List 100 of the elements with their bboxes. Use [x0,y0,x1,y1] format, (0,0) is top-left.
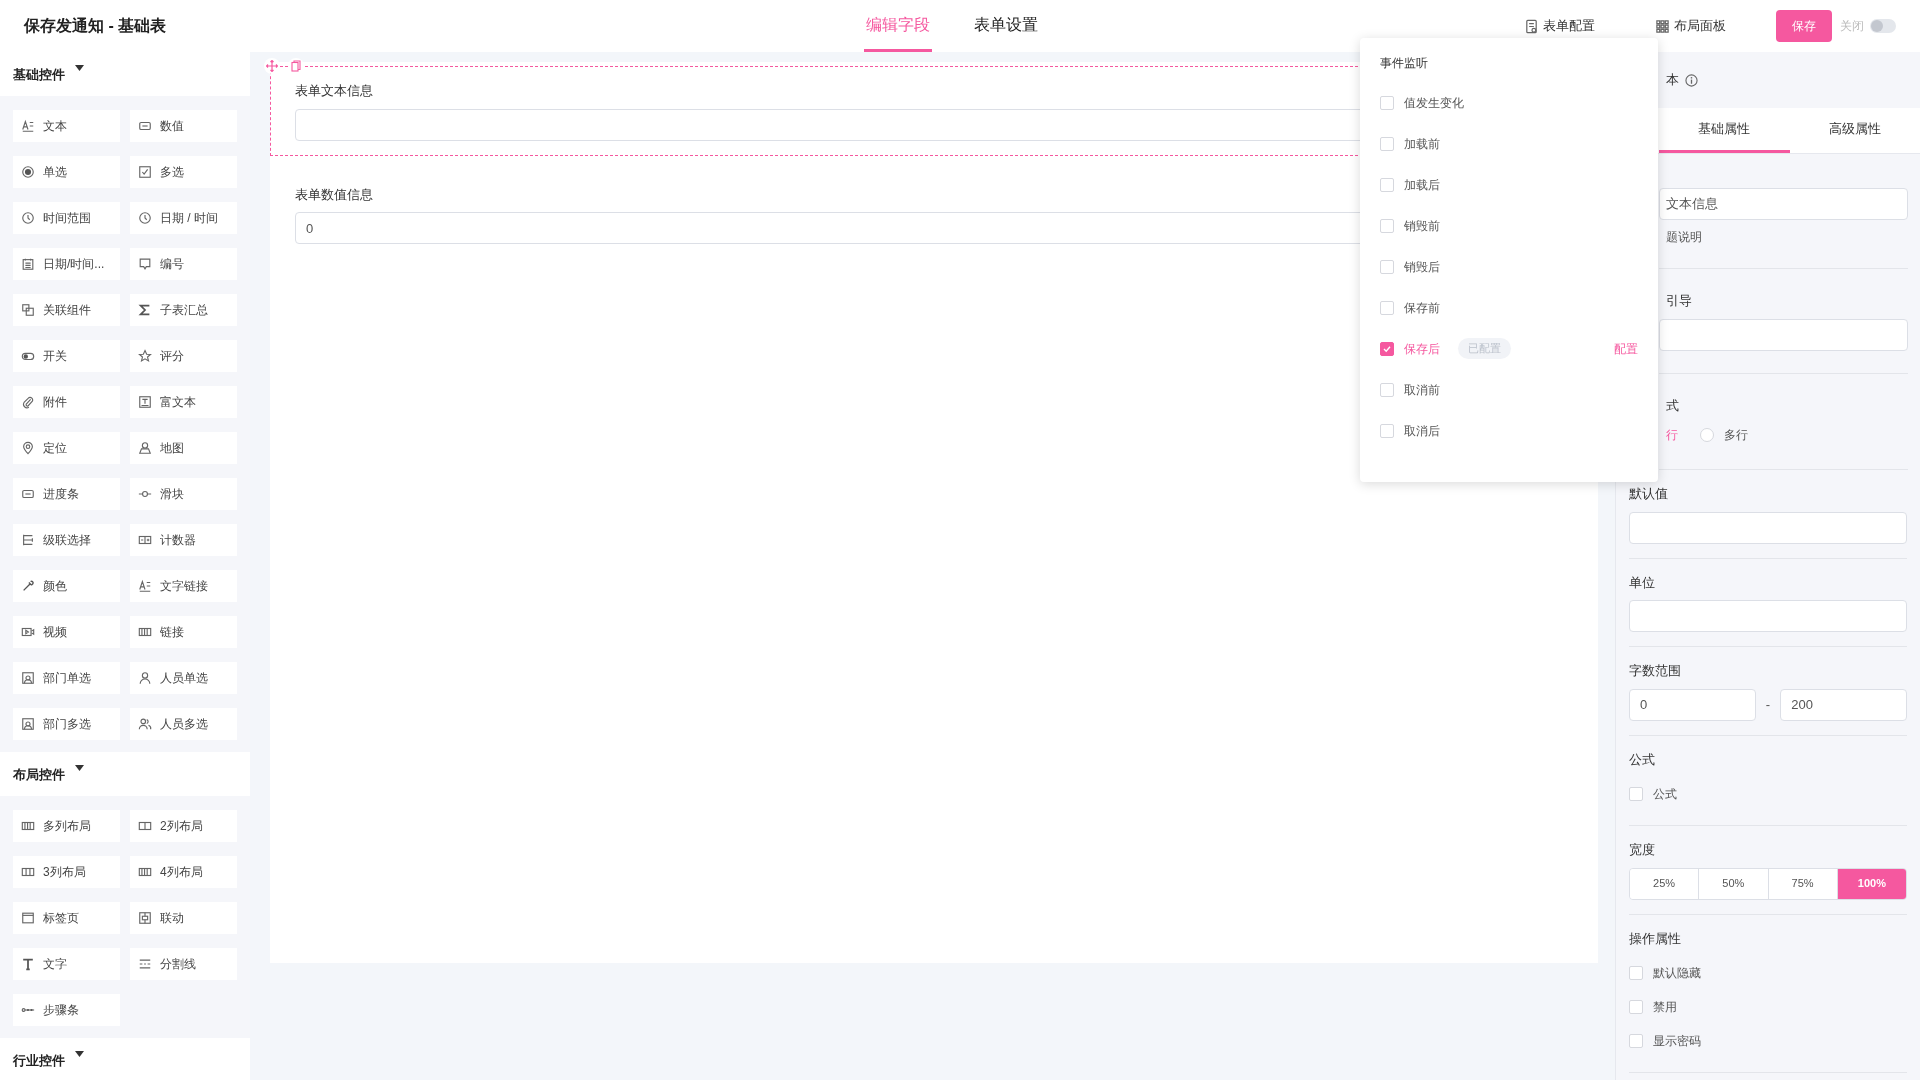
control-item[interactable]: 级联选择 [13,524,120,556]
star-icon [138,349,152,363]
section-header[interactable]: 基础控件 [0,52,250,96]
control-item[interactable]: 3列布局 [13,856,120,888]
department-icon [21,671,35,685]
event-label: 销毁前 [1404,217,1440,235]
field-label: 引导 [1665,292,1693,310]
width-option[interactable]: 75% [1767,868,1837,899]
field-label: 默认值 [1629,485,1669,503]
control-item[interactable]: 文本 [13,110,120,142]
control-item[interactable]: 分割线 [130,948,237,980]
control-item[interactable]: 时间范围 [13,202,120,234]
radio-icon [21,165,35,179]
columns-icon [138,625,152,639]
paperclip-icon [21,395,35,409]
control-item[interactable]: 人员多选 [130,708,237,740]
caret-icon [75,765,84,771]
control-item[interactable]: 日期/时间... [13,248,120,280]
linked-squares-icon [21,303,35,317]
control-item[interactable]: 联动 [130,902,237,934]
rich-text-icon [138,395,152,409]
control-item[interactable]: 文字 [13,948,120,980]
checkmark-icon [1382,343,1392,354]
control-item[interactable]: 进度条 [13,478,120,510]
section-header[interactable]: 布局控件 [0,752,250,796]
columns-icon [138,865,152,879]
checkbox[interactable] [1380,341,1394,356]
control-item[interactable]: 颜色 [13,570,120,602]
control-item[interactable]: 人员单选 [130,662,237,694]
toolbar-button[interactable]: 表单配置 [1524,16,1595,36]
control-item[interactable]: 文字链接 [130,570,237,602]
info-icon [1685,73,1698,87]
control-item[interactable]: 数值 [130,110,237,142]
width-option[interactable]: 25% [1630,868,1699,899]
control-item[interactable]: 视频 [13,616,120,648]
tab[interactable]: 表单设置 [972,0,1040,52]
linkage-icon [138,911,152,925]
field-label: 字数范围 [1629,662,1682,680]
control-item[interactable]: 部门多选 [13,708,120,740]
control-item[interactable]: 评分 [130,340,237,372]
move-icon[interactable] [264,58,280,74]
text-icon [21,119,35,133]
input-field[interactable] [1629,600,1907,632]
video-icon [21,625,35,639]
control-item[interactable]: 链接 [130,616,237,648]
radio-label: 多行 [1724,427,1748,444]
control-item[interactable]: 部门单选 [13,662,120,694]
range-separator: - [1765,695,1771,714]
control-item[interactable]: 标签页 [13,902,120,934]
control-item[interactable]: 附件 [13,386,120,418]
event-label: 加载前 [1404,135,1440,153]
checkbox-label: 显示密码 [1653,1033,1701,1050]
control-item[interactable]: 定位 [13,432,120,464]
event-label: 取消前 [1404,381,1440,399]
event-label: 保存后 [1404,340,1440,358]
tab[interactable]: 高级属性 [1789,108,1920,153]
control-item[interactable]: 富文本 [130,386,237,418]
control-item[interactable]: 日期 / 时间 [130,202,237,234]
control-item[interactable]: 开关 [13,340,120,372]
control-item[interactable]: 4列布局 [130,856,237,888]
toolbar-button[interactable]: 布局面板 [1655,16,1726,36]
control-item[interactable]: 地图 [130,432,237,464]
control-item[interactable]: 多选 [130,156,237,188]
document-icon [1524,18,1539,34]
clock-icon [21,211,35,225]
control-item[interactable]: 关联组件 [13,294,120,326]
control-item[interactable]: 滑块 [130,478,237,510]
copy-icon[interactable] [288,58,304,74]
caret-icon [75,1051,84,1057]
cascade-icon [21,533,35,547]
panel-title: 本 [1666,71,1679,90]
person-icon [138,671,152,685]
clock-icon [138,211,152,225]
section-header[interactable]: 行业控件 [0,1038,250,1080]
input-field[interactable]: 文本信息 [1659,188,1908,220]
radio-label: 行 [1666,427,1678,444]
field-label: 宽度 [1629,841,1656,859]
field-label: 操作属性 [1629,929,1682,948]
control-item[interactable]: 子表汇总 [130,294,237,326]
control-item[interactable]: 编号 [130,248,237,280]
calendar-icon [21,257,35,271]
control-item[interactable]: 步骤条 [13,994,120,1026]
control-item[interactable]: 多列布局 [13,810,120,842]
event-label: 保存前 [1404,299,1440,317]
sigma-icon [138,303,152,317]
divider-icon [138,957,152,971]
control-item[interactable]: 单选 [13,156,120,188]
caret-icon [75,65,84,71]
event-label: 加载后 [1404,176,1440,194]
input-field[interactable]: 0 [1629,688,1756,721]
field-label: 表单数值信息 [295,185,373,204]
input-field[interactable] [1659,318,1908,351]
radio-button[interactable] [1700,428,1714,442]
input-field[interactable] [1629,511,1907,544]
control-item[interactable]: 2列布局 [130,810,237,842]
hint-text: 题说明 [1665,229,1703,246]
width-option[interactable]: 50% [1698,868,1768,899]
control-item[interactable]: 计数器 [130,524,237,556]
input-field[interactable]: 200 [1780,688,1907,721]
eyedropper-icon [21,579,35,593]
